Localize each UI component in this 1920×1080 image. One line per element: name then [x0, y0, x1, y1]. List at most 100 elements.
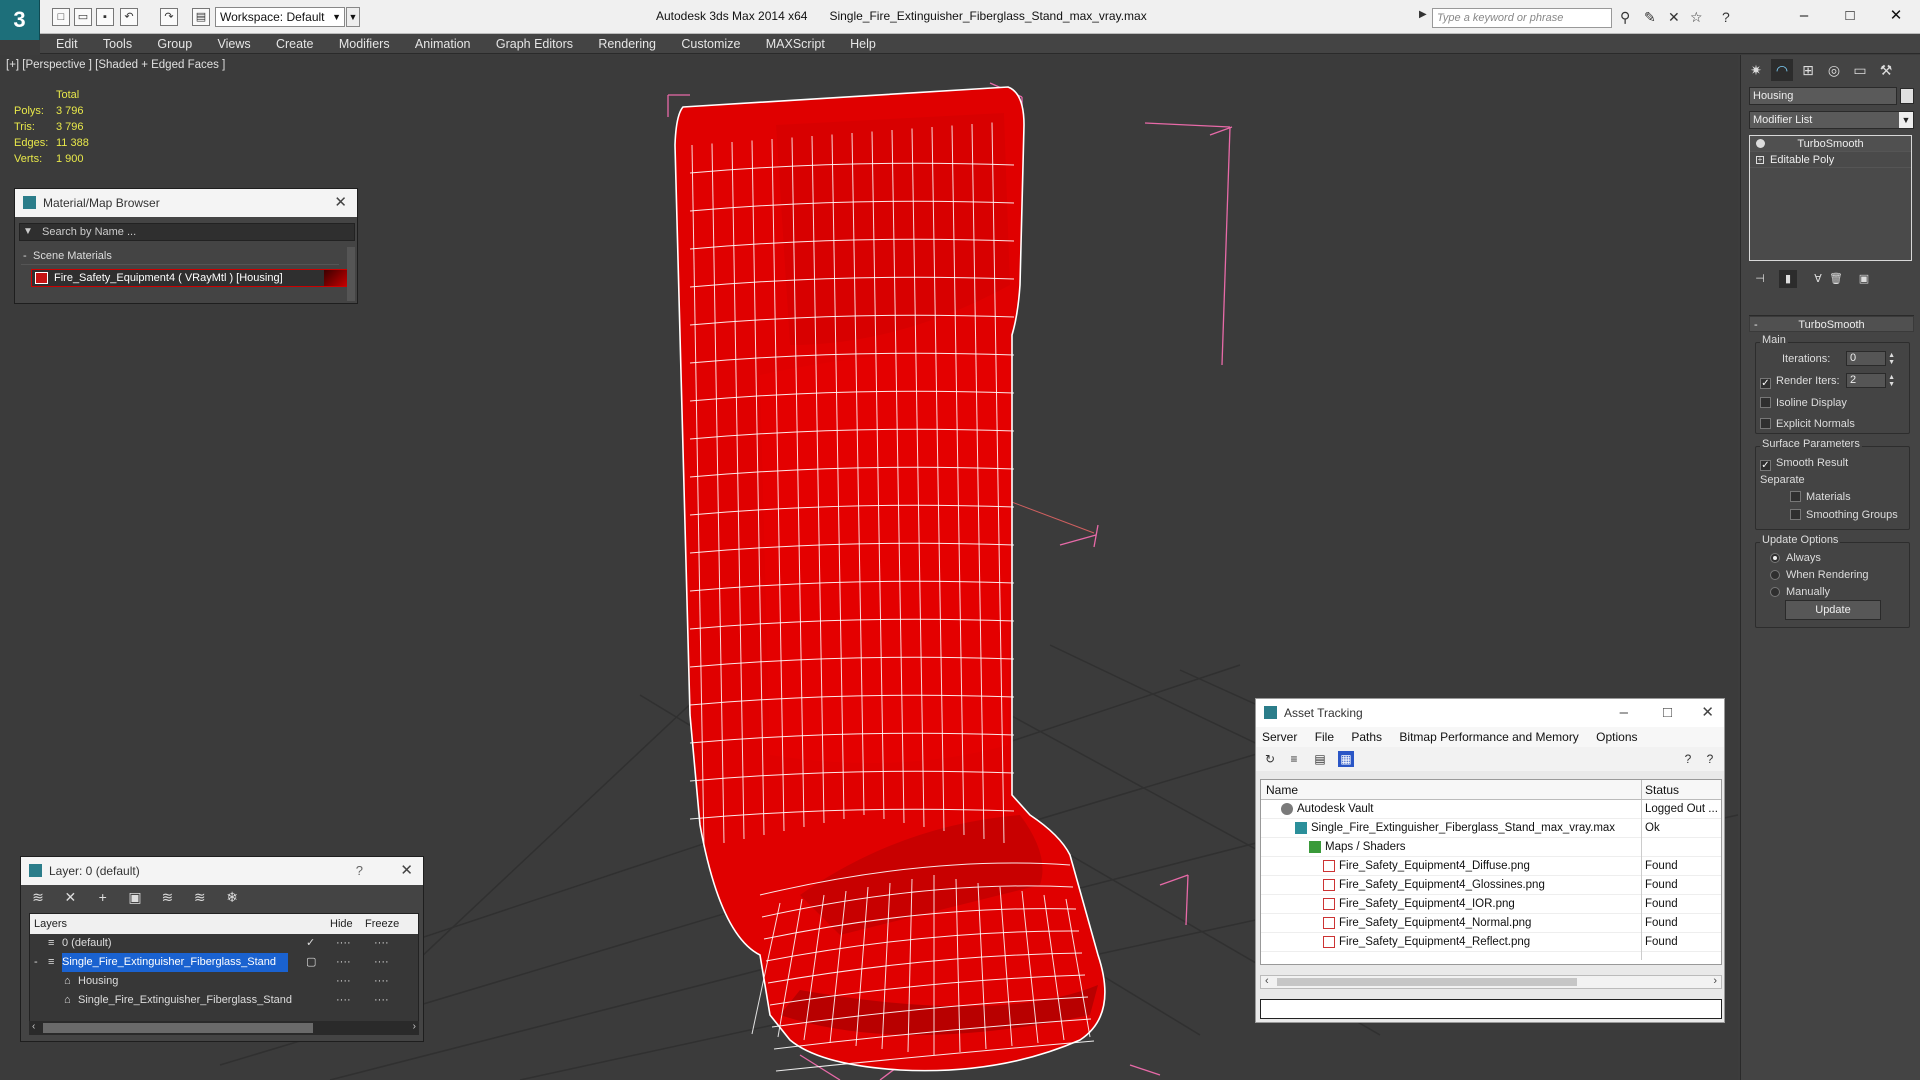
layer-name[interactable]: Single_Fire_Extinguisher_Fiberglass_Stan… [62, 953, 289, 972]
column-layers[interactable]: Layers [34, 914, 67, 934]
create-layer-icon[interactable]: ≋ [27, 889, 49, 906]
layer-horizontal-scrollbar[interactable]: ‹ › [29, 1021, 419, 1035]
column-status[interactable]: Status [1645, 780, 1679, 800]
asset-row[interactable]: Maps / Shaders [1261, 838, 1721, 857]
freeze-toggle[interactable]: ···· [374, 953, 389, 972]
iterations-spinner[interactable]: 0 ▲ ▼ [1846, 351, 1895, 366]
explicit-normals-checkbox[interactable]: Explicit Normals [1760, 417, 1855, 431]
spinner-arrows-icon[interactable]: ▲ ▼ [1888, 374, 1895, 388]
modifier-list-dropdown[interactable]: Modifier List ▼ [1749, 111, 1914, 129]
freeze-toggle[interactable]: ···· [374, 934, 389, 953]
modify-tab-icon[interactable]: ◠ [1771, 59, 1793, 81]
checkbox-icon[interactable] [1760, 397, 1771, 408]
scroll-right-icon[interactable]: › [1713, 975, 1717, 987]
asset-row[interactable]: Fire_Safety_Equipment4_Reflect.png Found [1261, 933, 1721, 952]
menu-help[interactable]: Help [839, 34, 887, 54]
stack-item-editable-poly[interactable]: + Editable Poly [1750, 152, 1911, 168]
hide-toggle[interactable]: ···· [336, 972, 351, 991]
expand-icon[interactable]: + [1756, 156, 1764, 164]
asset-path-field[interactable] [1260, 999, 1722, 1019]
menu-maxscript[interactable]: MAXScript [755, 34, 836, 54]
close-icon[interactable]: ✕ [400, 857, 413, 885]
column-name[interactable]: Name [1266, 780, 1298, 800]
scrollbar-thumb[interactable] [1277, 978, 1577, 986]
hide-toggle[interactable]: ···· [336, 953, 351, 972]
asset-menu-options[interactable]: Options [1596, 730, 1637, 744]
current-layer-check-icon[interactable]: ✓ [306, 934, 315, 953]
help-icon[interactable]: ? [1722, 9, 1730, 25]
utilities-tab-icon[interactable]: ⚒ [1875, 59, 1897, 81]
material-browser-titlebar[interactable]: Material/Map Browser ✕ [15, 189, 357, 217]
lightbulb-icon[interactable] [1756, 139, 1765, 148]
column-freeze[interactable]: Freeze [365, 914, 399, 934]
object-name-field[interactable]: Housing [1749, 87, 1897, 105]
freeze-toggle[interactable]: ···· [374, 991, 389, 1010]
menu-edit[interactable]: Edit [40, 34, 89, 54]
scroll-right-icon[interactable]: › [413, 1021, 416, 1032]
asset-row[interactable]: Fire_Safety_Equipment4_Normal.png Found [1261, 914, 1721, 933]
context-help-icon[interactable]: ? [1702, 751, 1718, 767]
infocenter-search-input[interactable]: Type a keyword or phrase [1432, 8, 1612, 28]
key-icon[interactable]: ✎ [1644, 9, 1656, 26]
binoculars-icon[interactable]: ⚲ [1620, 9, 1630, 26]
collapse-icon[interactable]: - [34, 953, 38, 972]
freeze-toggle[interactable]: ···· [374, 972, 389, 991]
layer-manager-titlebar[interactable]: Layer: 0 (default) ? ✕ [21, 857, 423, 885]
exchange-icon[interactable]: ✕ [1668, 9, 1680, 26]
make-unique-icon[interactable]: ∀ [1809, 270, 1827, 288]
layer-row[interactable]: ≡ 0 (default) ✓ ···· ···· [30, 934, 418, 953]
app-logo-button[interactable]: 3 [0, 0, 40, 40]
menu-animation[interactable]: Animation [404, 34, 482, 54]
scrollbar-thumb[interactable] [43, 1023, 313, 1033]
radio-icon[interactable] [1770, 587, 1780, 597]
menu-create[interactable]: Create [265, 34, 325, 54]
asset-horizontal-scrollbar[interactable]: ‹ › [1260, 975, 1722, 989]
menu-tools[interactable]: Tools [92, 34, 143, 54]
object-color-swatch[interactable] [1900, 88, 1914, 104]
collapse-icon[interactable]: - [1754, 317, 1758, 333]
asset-menu-bitmap[interactable]: Bitmap Performance and Memory [1399, 730, 1578, 744]
refresh-icon[interactable]: ↻ [1262, 751, 1278, 767]
spinner-arrows-icon[interactable]: ▲ ▼ [1888, 352, 1895, 366]
redo-icon[interactable]: ↷ [160, 8, 178, 26]
object-name[interactable]: Single_Fire_Extinguisher_Fiberglass_Stan… [78, 991, 292, 1010]
rollout-header[interactable]: - TurboSmooth [1749, 316, 1914, 332]
menu-modifiers[interactable]: Modifiers [328, 34, 401, 54]
add-to-layer-icon[interactable]: + [92, 889, 114, 905]
material-browser-scrollbar[interactable] [347, 247, 355, 301]
help-icon[interactable]: ? [1680, 751, 1696, 767]
pin-stack-icon[interactable]: ⊣ [1751, 270, 1769, 288]
materials-checkbox[interactable]: Materials [1790, 490, 1851, 504]
menu-group[interactable]: Group [146, 34, 203, 54]
layer-row[interactable]: ⌂ Housing ···· ···· [30, 972, 418, 991]
configure-modifier-sets-icon[interactable]: ▣ [1855, 270, 1873, 288]
smooth-result-checkbox[interactable]: ✓ Smooth Result [1760, 456, 1848, 471]
asset-row[interactable]: Fire_Safety_Equipment4_Glossines.png Foun… [1261, 876, 1721, 895]
close-icon[interactable]: ✕ [1701, 699, 1714, 727]
layer-name[interactable]: 0 (default) [62, 934, 112, 953]
help-icon[interactable]: ? [356, 857, 363, 885]
asset-row[interactable]: Autodesk Vault Logged Out ... [1261, 800, 1721, 819]
column-divider[interactable] [1641, 780, 1642, 800]
layer-row[interactable]: - ≡ Single_Fire_Extinguisher_Fiberglass_… [30, 953, 418, 972]
new-file-icon[interactable]: □ [52, 8, 70, 26]
workspace-dropdown[interactable]: Workspace: Default ▼ [215, 7, 345, 27]
asset-menu-file[interactable]: File [1315, 730, 1334, 744]
render-iters-checkbox[interactable]: ✓ Render Iters: [1760, 374, 1840, 389]
search-options-icon[interactable]: ▼ [23, 226, 33, 237]
asset-menu-server[interactable]: Server [1262, 730, 1297, 744]
search-expand-icon[interactable]: ▶ [1419, 9, 1427, 20]
hide-toggle[interactable]: ···· [336, 934, 351, 953]
scene-materials-group[interactable]: - Scene Materials [21, 247, 339, 265]
display-tab-icon[interactable]: ▭ [1849, 59, 1871, 81]
set-current-icon[interactable]: ▢ [306, 953, 316, 972]
object-name[interactable]: Housing [78, 972, 118, 991]
checkbox-icon[interactable] [1790, 491, 1801, 502]
list-view-icon[interactable]: ≡ [1286, 751, 1302, 767]
thumbnail-view-icon[interactable]: ▤ [1312, 751, 1328, 767]
smoothing-groups-checkbox[interactable]: Smoothing Groups [1790, 508, 1898, 522]
favorite-star-icon[interactable]: ☆ [1690, 9, 1703, 26]
maximize-icon[interactable]: □ [1663, 699, 1672, 727]
undo-icon[interactable]: ↶ [120, 8, 138, 26]
update-when-rendering-radio[interactable]: When Rendering [1770, 568, 1869, 582]
